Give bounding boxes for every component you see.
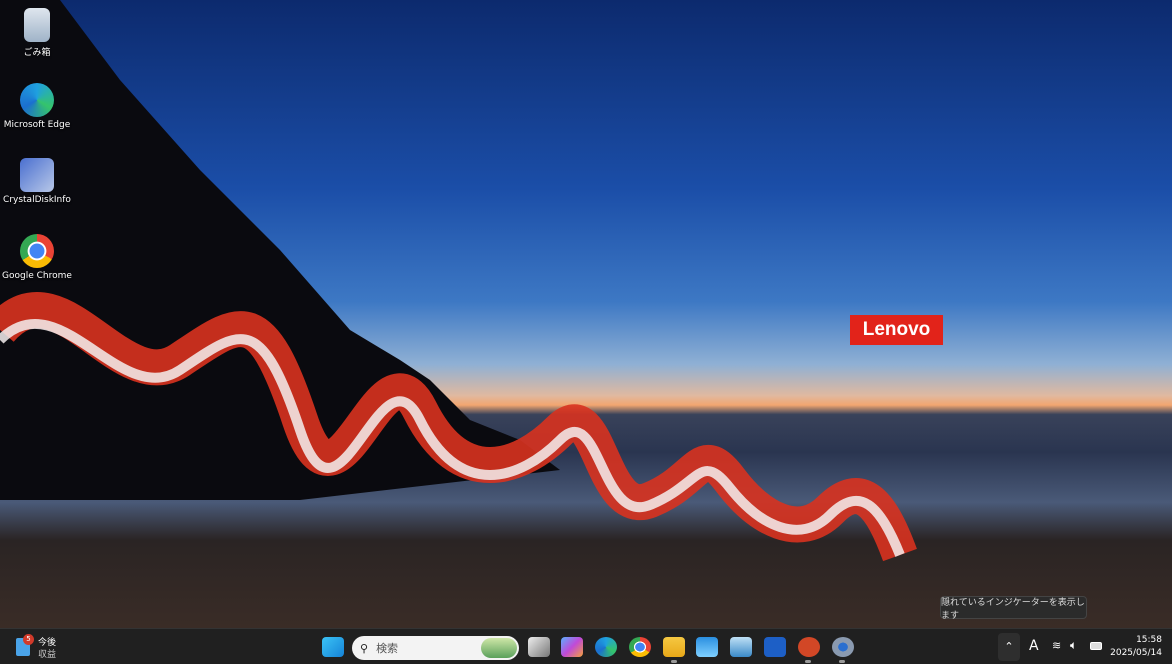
powerpoint-button[interactable] — [798, 637, 820, 657]
time: 15:58 — [1136, 635, 1162, 645]
control-panel-button[interactable] — [730, 637, 752, 657]
search-icon: ⚲ — [360, 641, 369, 655]
widgets-button[interactable]: 5 今後 収益 — [14, 634, 64, 660]
volume-icon[interactable]: 🔈︎ — [1070, 638, 1077, 653]
date: 2025/05/14 — [1110, 648, 1162, 658]
task-view-button[interactable] — [528, 637, 550, 657]
photos-button[interactable] — [696, 637, 718, 657]
desktop-icon-recycle-bin[interactable]: ごみ箱 — [0, 8, 74, 58]
file-explorer-button[interactable] — [663, 637, 685, 657]
tooltip: 隠れているインジケーターを表示します — [940, 596, 1087, 621]
wallpaper-art — [0, 0, 917, 562]
lenovo-logo: Lenovo — [850, 315, 943, 345]
search-box[interactable]: ⚲ 検索 — [352, 636, 519, 660]
icon-label: Microsoft Edge — [3, 120, 71, 130]
copilot-button[interactable] — [561, 637, 583, 657]
widget-text: 収益 — [38, 650, 57, 660]
ime-indicator[interactable]: A — [1029, 638, 1039, 654]
clock[interactable]: 15:58 2025/05/14 — [1110, 634, 1162, 660]
icon-label: CrystalDiskInfo — [3, 195, 71, 205]
desktop-wallpaper — [0, 0, 1172, 628]
edge-button[interactable] — [595, 637, 617, 657]
recycle-bin-icon — [24, 8, 50, 42]
chrome-button[interactable] — [629, 637, 651, 657]
battery-icon[interactable] — [1090, 642, 1102, 650]
desktop-icon-edge[interactable]: Microsoft Edge — [0, 83, 74, 130]
desktop-icon-chrome[interactable]: Google Chrome — [0, 234, 74, 281]
chrome-icon — [20, 234, 54, 268]
wifi-icon[interactable]: ≋ — [1052, 639, 1061, 652]
edge-icon — [20, 83, 54, 117]
search-highlight-icon — [481, 638, 517, 658]
icon-label: ごみ箱 — [23, 48, 51, 58]
desktop-icon-crystaldiskinfo[interactable]: CrystalDiskInfo — [0, 158, 74, 205]
icon-label: Google Chrome — [2, 271, 72, 281]
show-hidden-icons-button[interactable]: ⌃ — [998, 633, 1020, 661]
word-button[interactable] — [764, 637, 786, 657]
settings-button[interactable] — [832, 637, 854, 657]
crystaldiskinfo-icon — [20, 158, 54, 192]
taskbar: 5 今後 収益 ⚲ 検索 ⌃ A ≋ 🔈︎ 15:58 2025/05/14 — [0, 628, 1172, 664]
start-button[interactable] — [322, 637, 344, 657]
notification-badge: 5 — [23, 634, 34, 645]
search-placeholder: 検索 — [376, 642, 399, 655]
